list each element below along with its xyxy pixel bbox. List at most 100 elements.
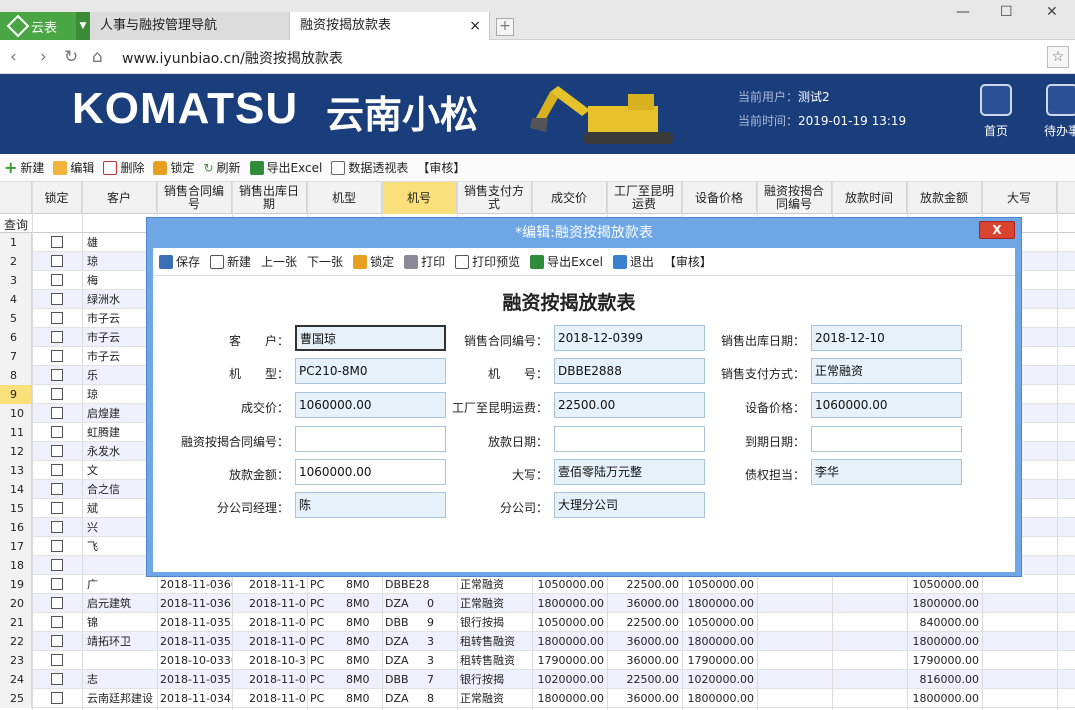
col-header[interactable]: 成交价 (532, 182, 607, 214)
col-header[interactable]: 销售支付方式 (457, 182, 532, 214)
freight-field[interactable]: 22500.00 (554, 392, 705, 418)
out-date-field[interactable]: 2018-12-10 (811, 325, 962, 351)
upper-field[interactable]: 壹佰零陆万元整 (554, 459, 705, 485)
col-header[interactable]: 锁定 (32, 182, 82, 214)
home-nav-button[interactable]: 首页 (971, 84, 1021, 139)
lock-checkbox[interactable] (51, 464, 63, 476)
audit-button[interactable]: 【审核】 (664, 253, 712, 270)
lock-checkbox[interactable] (51, 445, 63, 457)
exit-button[interactable]: 退出 (612, 253, 654, 270)
contract-field[interactable]: 2018-12-0399 (554, 325, 705, 351)
lock-checkbox[interactable] (51, 521, 63, 533)
tab-navigation[interactable]: 人事与融按管理导航 (90, 12, 290, 40)
lock-checkbox[interactable] (51, 692, 63, 704)
lock-checkbox[interactable] (51, 293, 63, 305)
save-button[interactable]: 保存 (159, 253, 200, 270)
close-tab-icon[interactable]: × (469, 12, 481, 40)
col-header[interactable]: 机型 (307, 182, 382, 214)
table-row[interactable]: 20 启元建筑 2018-11-0361 2018-11-09 PC 8M0 DZA 0 正常融… (0, 594, 1075, 613)
lock-checkbox[interactable] (51, 388, 63, 400)
refresh-button[interactable]: ↻ 刷新 (203, 159, 240, 176)
lock-checkbox[interactable] (51, 255, 63, 267)
customer-field[interactable]: 曹国琼 (295, 325, 446, 351)
lock-checkbox[interactable] (51, 407, 63, 419)
tab-loan-table[interactable]: 融资按揭放款表 × (290, 12, 490, 40)
lock-checkbox[interactable] (51, 312, 63, 324)
serial-field[interactable]: DBBE2888 (554, 358, 705, 384)
app-menu-button[interactable]: 云表 ▼ (0, 12, 90, 40)
col-header[interactable]: 销售合同编号 (157, 182, 232, 214)
refresh-icon[interactable]: ↻ (64, 47, 78, 67)
lock-checkbox[interactable] (51, 559, 63, 571)
lock-checkbox[interactable] (51, 502, 63, 514)
branch-field[interactable]: 大理分公司 (554, 492, 705, 518)
new-button[interactable]: + 新建 (4, 159, 44, 176)
home-icon[interactable]: ⌂ (92, 47, 103, 67)
prev-button[interactable]: 上一张 (261, 253, 297, 270)
table-row[interactable]: 22 靖拓环卫 2018-11-0353 2018-11-02 PC 8M0 DZA 3 租转售… (0, 632, 1075, 651)
lock-checkbox[interactable] (51, 597, 63, 609)
col-header[interactable]: 销售出库日期 (232, 182, 307, 214)
back-icon[interactable]: ‹ (10, 47, 17, 67)
lock-checkbox[interactable] (51, 483, 63, 495)
price-field[interactable]: 1060000.00 (295, 392, 446, 418)
lock-checkbox[interactable] (51, 350, 63, 362)
loan-date-field[interactable] (554, 426, 705, 452)
col-header[interactable]: 大写 (982, 182, 1057, 214)
audit-button[interactable]: 【审核】 (417, 159, 465, 176)
print-preview-button[interactable]: 打印预览 (455, 253, 520, 270)
equip-field[interactable]: 1060000.00 (811, 392, 962, 418)
url-field[interactable]: www.iyunbiao.cn/融资按揭放款表 (122, 48, 343, 68)
guarantor-field[interactable]: 李华 (811, 459, 962, 485)
pivot-table-button[interactable]: 数据透视表 (331, 159, 408, 176)
lock-checkbox[interactable] (51, 673, 63, 685)
lock-button[interactable]: 锁定 (353, 253, 394, 270)
col-header[interactable]: 融资按揭合同编号 (757, 182, 832, 214)
lock-checkbox[interactable] (51, 369, 63, 381)
manager-field[interactable]: 陈 (295, 492, 446, 518)
chevron-down-icon[interactable]: ▼ (76, 12, 90, 40)
pay-field[interactable]: 正常融资 (811, 358, 962, 384)
row-number: 19 (0, 575, 32, 594)
lock-checkbox[interactable] (51, 331, 63, 343)
loan-amount-field[interactable]: 1060000.00 (295, 459, 446, 485)
export-excel-button[interactable]: 导出Excel (530, 253, 603, 270)
table-row[interactable]: 21 锦 2018-11-0352 2018-11-02 PC 8M0 DBB 9 银行按揭 10… (0, 613, 1075, 632)
lock-checkbox[interactable] (51, 274, 63, 286)
close-dialog-button[interactable]: X (979, 221, 1015, 239)
maximize-icon[interactable]: ☐ (1000, 4, 1013, 20)
lock-checkbox[interactable] (51, 236, 63, 248)
col-header[interactable]: 客户 (82, 182, 157, 214)
edit-button[interactable]: 编辑 (53, 159, 94, 176)
lock-checkbox[interactable] (51, 654, 63, 666)
delete-button[interactable]: 删除 (103, 159, 144, 176)
forward-icon[interactable]: › (40, 47, 47, 67)
lock-checkbox[interactable] (51, 635, 63, 647)
lock-checkbox[interactable] (51, 616, 63, 628)
print-button[interactable]: 打印 (404, 253, 445, 270)
table-row[interactable]: 25 云南廷邦建设 2018-11-0345 2018-11-01 PC 8M0 DZA 8 正… (0, 689, 1075, 708)
col-header[interactable]: 放款时间 (832, 182, 907, 214)
lock-checkbox[interactable] (51, 426, 63, 438)
lock-button[interactable]: 锁定 (153, 159, 194, 176)
due-date-field[interactable] (811, 426, 962, 452)
loan-contract-field[interactable] (295, 426, 446, 452)
col-header[interactable]: 放款金额 (907, 182, 982, 214)
export-excel-button[interactable]: 导出Excel (249, 159, 322, 176)
col-header[interactable]: 机号 (382, 182, 457, 214)
table-row[interactable]: 24 志 2018-11-0351 2018-11-01 PC 8M0 DBB 7 银行按揭 10… (0, 670, 1075, 689)
next-button[interactable]: 下一张 (307, 253, 343, 270)
new-tab-button[interactable]: + (496, 18, 514, 36)
close-window-icon[interactable]: ✕ (1046, 4, 1058, 20)
star-icon[interactable]: ☆ (1047, 46, 1069, 68)
todo-nav-button[interactable]: 待办事 (1037, 84, 1075, 139)
col-header[interactable]: 工厂至昆明运费 (607, 182, 682, 214)
model-field[interactable]: PC210-8M0 (295, 358, 446, 384)
table-row[interactable]: 23 2018-10-0336 2018-10-31 PC 8M0 DZA 3 租转售融资 17… (0, 651, 1075, 670)
lock-checkbox[interactable] (51, 540, 63, 552)
minimize-icon[interactable]: — (956, 4, 970, 20)
col-header[interactable]: 设备价格 (682, 182, 757, 214)
lock-checkbox[interactable] (51, 578, 63, 590)
new-button[interactable]: 新建 (210, 253, 251, 270)
table-row[interactable]: 19 广 2018-11-0366 2018-11-14 PC 8M0 DBBE2807 正常… (0, 575, 1075, 594)
